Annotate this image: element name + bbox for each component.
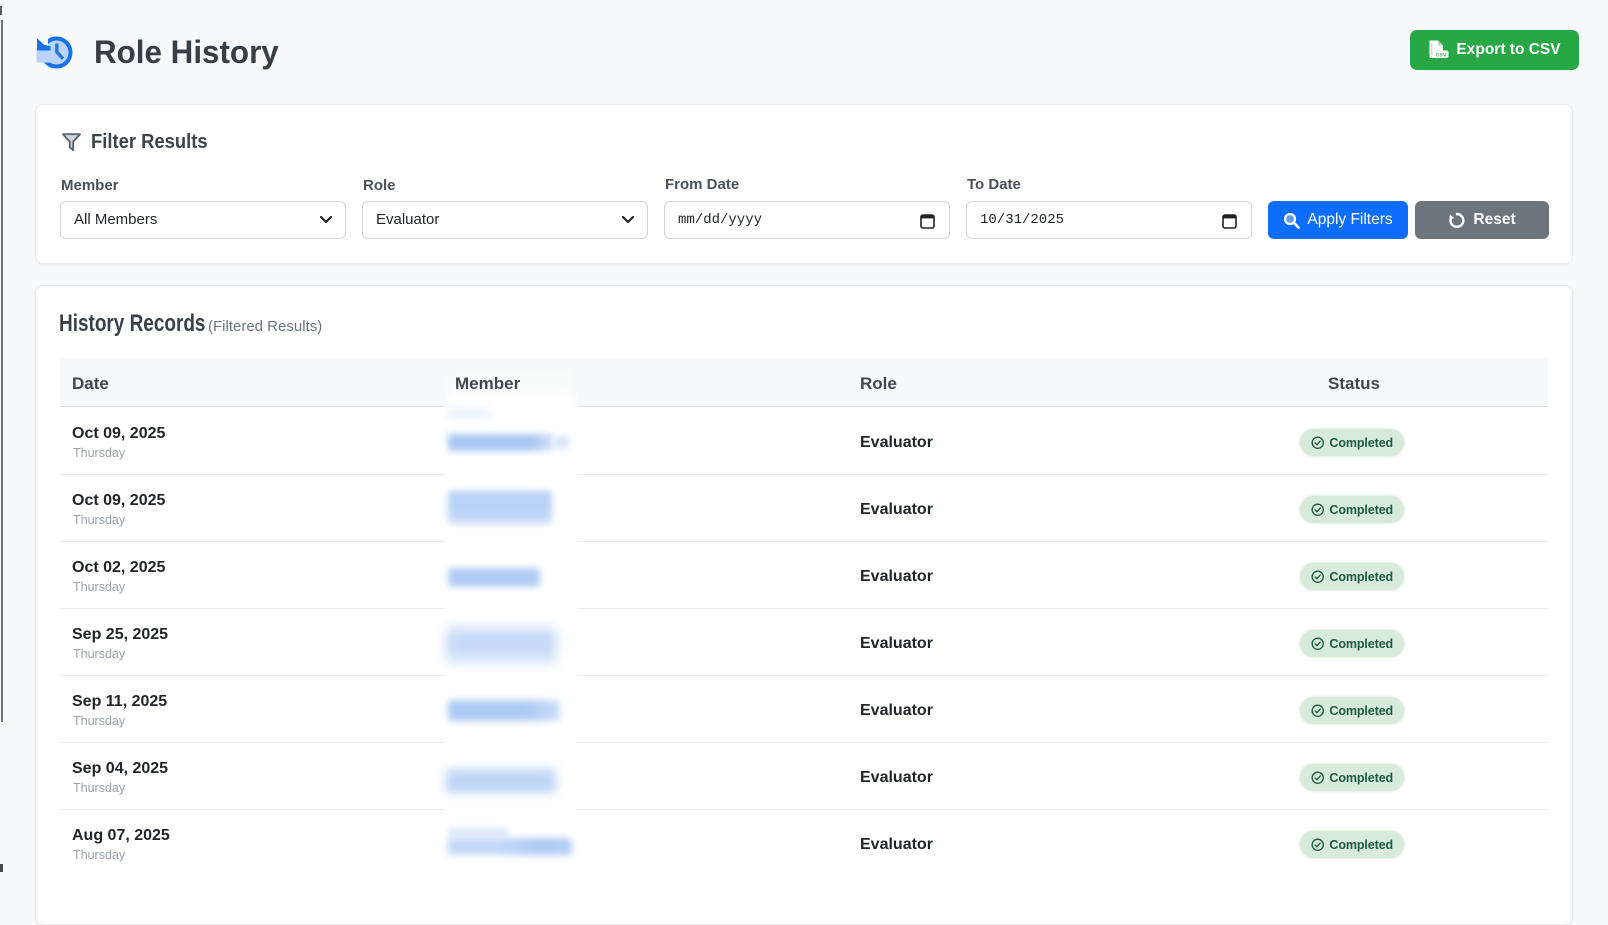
svg-text:csv: csv	[1436, 52, 1447, 59]
